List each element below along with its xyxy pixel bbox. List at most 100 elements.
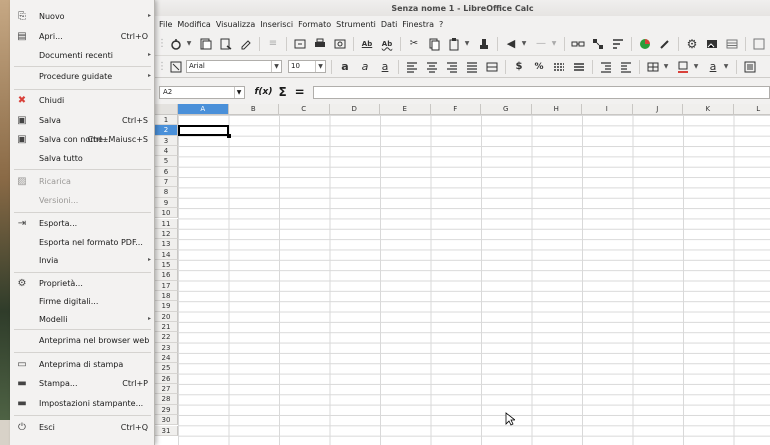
print-icon[interactable] xyxy=(312,36,328,52)
menu-item-salva[interactable]: ▣ Salva Ctrl+S xyxy=(10,112,155,130)
row-header-31[interactable]: 31 xyxy=(155,425,178,436)
menu-item-anteprima-di-stampa[interactable]: ▭ Anteprima di stampa xyxy=(10,356,155,374)
row-header-24[interactable]: 24 xyxy=(155,353,178,364)
menu-item-proprietà[interactable]: ⚙ Proprietà... xyxy=(10,275,155,293)
menu-item-procedure-guidate[interactable]: Procedure guidate ▸ xyxy=(10,68,155,86)
merge-cells-icon[interactable] xyxy=(484,59,500,75)
menu-dati[interactable]: Dati xyxy=(381,20,397,29)
column-header-e[interactable]: E xyxy=(380,104,431,115)
align-left-icon[interactable] xyxy=(404,59,420,75)
templates-icon[interactable] xyxy=(198,36,214,52)
borders-dropdown-icon[interactable]: ▼ xyxy=(663,63,669,70)
row-header-8[interactable]: 8 xyxy=(155,187,178,198)
spellcheck-icon[interactable]: Ab xyxy=(359,36,375,52)
row-header-30[interactable]: 30 xyxy=(155,415,178,426)
cell-area[interactable] xyxy=(178,115,770,445)
underline-button[interactable]: a xyxy=(377,59,393,75)
menu-modifica[interactable]: Modifica xyxy=(177,20,210,29)
column-header-l[interactable]: L xyxy=(733,104,770,115)
column-header-j[interactable]: J xyxy=(632,104,683,115)
new-icon[interactable] xyxy=(168,36,184,52)
find-replace-icon[interactable] xyxy=(590,36,606,52)
menu-formato[interactable]: Formato xyxy=(298,20,331,29)
sum-button[interactable]: Σ xyxy=(278,85,286,99)
italic-button[interactable]: a xyxy=(357,59,373,75)
row-header-7[interactable]: 7 xyxy=(155,177,178,188)
autospell-icon[interactable]: Ab xyxy=(379,36,395,52)
font-color-icon[interactable]: a xyxy=(705,59,721,75)
menu-finestra[interactable]: Finestra xyxy=(402,20,434,29)
edit-doc-icon[interactable]: ≡ xyxy=(265,36,281,52)
decrease-indent-icon[interactable] xyxy=(598,59,614,75)
clone-formatting-icon[interactable] xyxy=(476,36,492,52)
menu-file[interactable]: File xyxy=(159,20,172,29)
redo-icon[interactable]: — xyxy=(533,36,549,52)
font-color-dropdown-icon[interactable]: ▼ xyxy=(723,63,729,70)
font-name-combo[interactable]: Arial ▼ xyxy=(186,60,282,73)
increase-indent-icon[interactable] xyxy=(618,59,634,75)
menu-item-esporta-nel-formato-pdf[interactable]: Esporta nel formato PDF... xyxy=(10,234,155,252)
menu-item-impostazioni-stampante[interactable]: ▬ Impostazioni stampante... xyxy=(10,395,155,413)
select-all-corner[interactable] xyxy=(155,104,178,115)
row-header-10[interactable]: 10 xyxy=(155,208,178,219)
open-icon[interactable] xyxy=(218,36,234,52)
paste-dropdown-icon[interactable]: ▼ xyxy=(464,40,470,47)
menu-item-stampa[interactable]: ▬ Stampa... Ctrl+P xyxy=(10,375,155,393)
settings-icon[interactable]: ⚙ xyxy=(684,36,700,52)
row-header-28[interactable]: 28 xyxy=(155,394,178,405)
menu-item-modelli[interactable]: Modelli ▸ xyxy=(10,311,155,329)
styles-icon[interactable] xyxy=(168,59,184,75)
column-header-k[interactable]: K xyxy=(683,104,734,115)
function-wizard-button[interactable]: f(x) xyxy=(255,87,273,97)
row-header-20[interactable]: 20 xyxy=(155,311,178,322)
align-center-icon[interactable] xyxy=(424,59,440,75)
justify-icon[interactable] xyxy=(464,59,480,75)
hyperlink-icon[interactable] xyxy=(570,36,586,52)
menu-item-esci[interactable]: ⏻ Esci Ctrl+Q xyxy=(10,419,155,437)
table-icon[interactable] xyxy=(724,36,740,52)
chevron-down-icon[interactable]: ▼ xyxy=(315,61,325,72)
paste-icon[interactable] xyxy=(446,36,462,52)
menu-strumenti[interactable]: Strumenti xyxy=(336,20,376,29)
row-header-9[interactable]: 9 xyxy=(155,197,178,209)
row-header-26[interactable]: 26 xyxy=(155,373,178,385)
column-header-g[interactable]: G xyxy=(481,104,532,115)
formula-input[interactable] xyxy=(312,85,770,99)
formula-button[interactable]: = xyxy=(295,85,305,99)
row-header-6[interactable]: 6 xyxy=(155,166,178,178)
row-header-1[interactable]: 1 xyxy=(155,115,178,126)
background-color-icon[interactable] xyxy=(675,59,691,75)
sidebar-icon[interactable] xyxy=(751,36,767,52)
column-header-d[interactable]: D xyxy=(329,104,380,115)
row-header-15[interactable]: 15 xyxy=(155,259,178,271)
menu-item-chiudi[interactable]: ✖ Chiudi xyxy=(10,92,155,110)
column-header-c[interactable]: C xyxy=(279,104,330,115)
row-header-14[interactable]: 14 xyxy=(155,249,178,260)
row-header-23[interactable]: 23 xyxy=(155,342,178,354)
font-size-combo[interactable]: 10 ▼ xyxy=(288,60,326,73)
redo-dropdown-icon[interactable]: ▼ xyxy=(551,40,557,47)
menu-inserisci[interactable]: Inserisci xyxy=(260,20,293,29)
row-header-13[interactable]: 13 xyxy=(155,239,178,250)
undo-dropdown-icon[interactable]: ▼ xyxy=(521,40,527,47)
menu-help[interactable]: ? xyxy=(439,20,443,29)
row-header-5[interactable]: 5 xyxy=(155,156,178,167)
sort-icon[interactable] xyxy=(610,36,626,52)
print-preview-toolbar-icon[interactable] xyxy=(332,36,348,52)
menu-visualizza[interactable]: Visualizza xyxy=(216,20,255,29)
save-toolbar-icon[interactable] xyxy=(238,36,254,52)
row-header-17[interactable]: 17 xyxy=(155,280,178,291)
new-dropdown-icon[interactable]: ▼ xyxy=(186,40,192,47)
row-header-29[interactable]: 29 xyxy=(155,404,178,416)
chart-icon[interactable] xyxy=(637,36,653,52)
column-header-b[interactable]: B xyxy=(228,104,279,115)
row-header-12[interactable]: 12 xyxy=(155,228,178,240)
row-header-27[interactable]: 27 xyxy=(155,384,178,395)
date-format-icon[interactable] xyxy=(571,59,587,75)
copy-icon[interactable] xyxy=(426,36,442,52)
menu-item-documenti-recenti[interactable]: Documenti recenti ▸ xyxy=(10,47,155,65)
bold-button[interactable]: a xyxy=(337,59,353,75)
column-header-i[interactable]: I xyxy=(582,104,633,115)
align-right-icon[interactable] xyxy=(444,59,460,75)
currency-icon[interactable]: $ xyxy=(511,59,527,75)
